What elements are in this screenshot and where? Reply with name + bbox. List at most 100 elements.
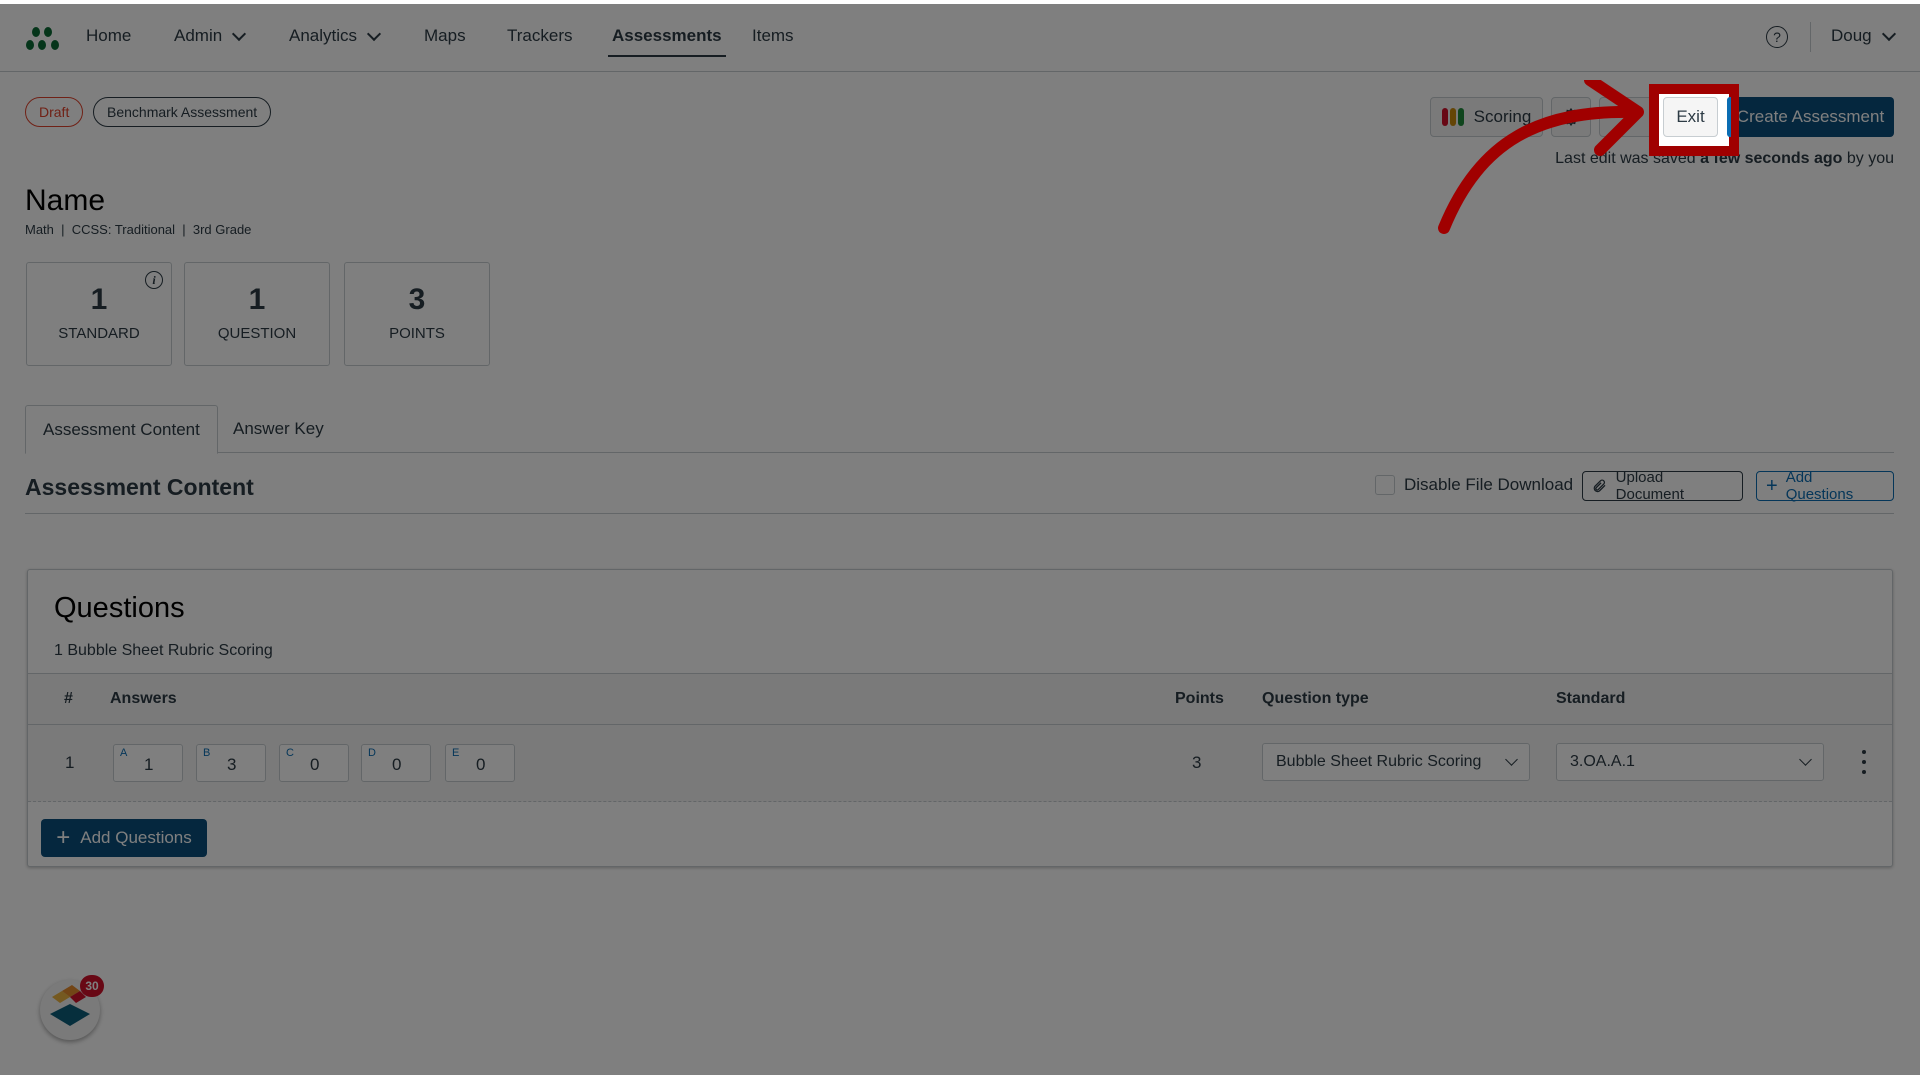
column-header-question-type: Question type [1262, 690, 1369, 707]
tab-assessment-content[interactable]: Assessment Content [25, 405, 218, 454]
answer-letter: D [368, 747, 376, 759]
question-points: 3 [1192, 753, 1202, 772]
assessment-meta: Math | CCSS: Traditional | 3rd Grade [25, 222, 252, 237]
nav-trackers-label: Trackers [507, 26, 573, 45]
column-header-standard: Standard [1556, 690, 1626, 707]
scoring-bar-yellow [1449, 108, 1456, 126]
exit-highlight-box: Exit [1649, 84, 1739, 156]
nav-maps-label: Maps [424, 26, 466, 45]
notification-count-badge: 30 [80, 975, 104, 997]
stat-label: QUESTION [217, 325, 297, 342]
gear-icon [1561, 107, 1581, 127]
questions-subtitle: 1 Bubble Sheet Rubric Scoring [54, 642, 273, 659]
assessment-title: Name [25, 184, 106, 217]
add-questions-label: Add Questions [1785, 469, 1854, 503]
stat-value: 3 [408, 283, 426, 316]
stat-card-questions: 1 QUESTION [184, 262, 330, 366]
disable-download-label[interactable]: Disable File Download [1404, 475, 1573, 495]
app-logo-icon[interactable] [24, 24, 64, 52]
stat-value: 1 [248, 283, 266, 316]
last-edit-suffix: by you [1846, 150, 1894, 167]
scoring-button[interactable]: Scoring [1430, 97, 1543, 137]
standard-value: 3.OA.A.1 [1570, 753, 1635, 770]
scoring-label: Scoring [1473, 107, 1532, 126]
scoring-icon [1441, 108, 1464, 126]
question-type-select[interactable]: Bubble Sheet Rubric Scoring [1262, 743, 1530, 781]
create-assessment-button[interactable]: Create Assessment [1727, 97, 1894, 137]
settings-button[interactable] [1551, 97, 1591, 137]
tab-answer-key[interactable]: Answer Key [216, 405, 341, 453]
answer-input-b[interactable]: B 3 [196, 744, 266, 782]
disable-download-checkbox[interactable] [1375, 475, 1395, 495]
stat-card-standards: i 1 STANDARD [26, 262, 172, 366]
content-tabs: Assessment Content Answer Key [25, 405, 1894, 454]
chevron-down-icon [232, 26, 247, 41]
plus-icon: + [1766, 475, 1778, 497]
answer-letter: C [286, 747, 294, 759]
chevron-down-icon [1799, 753, 1812, 766]
questions-table-header: # Answers Points Question type Standard [28, 673, 1892, 725]
answer-value: 0 [476, 755, 486, 774]
user-name: Doug [1831, 26, 1872, 45]
nav-assessments-label: Assessments [612, 26, 722, 45]
row-options-kebab-icon[interactable] [1860, 750, 1868, 774]
upload-document-label: Upload Document [1615, 469, 1685, 503]
answer-input-a[interactable]: A 1 [113, 744, 183, 782]
question-type-value: Bubble Sheet Rubric Scoring [1276, 753, 1482, 770]
top-nav: Home Admin Analytics Maps Trackers Asses… [0, 4, 1920, 72]
answer-value: 1 [144, 755, 154, 774]
answer-value: 3 [227, 755, 237, 774]
paperclip-icon [1593, 479, 1606, 493]
nav-home[interactable]: Home [86, 26, 131, 46]
nav-analytics-label: Analytics [289, 26, 358, 45]
answer-input-d[interactable]: D 0 [361, 744, 431, 782]
upload-document-button[interactable]: Upload Document [1582, 469, 1743, 503]
answer-letter: B [203, 747, 211, 759]
nav-admin[interactable]: Admin [174, 26, 247, 46]
help-icon[interactable]: ? [1766, 26, 1788, 48]
kebab-icon [1623, 108, 1631, 126]
question-number: 1 [65, 753, 75, 772]
column-header-number: # [64, 690, 73, 707]
info-icon[interactable]: i [145, 271, 163, 289]
stat-label: POINTS [389, 325, 445, 342]
chevron-down-icon [1881, 26, 1896, 41]
nav-admin-label: Admin [174, 26, 223, 45]
nav-assessments[interactable]: Assessments [608, 26, 726, 57]
add-questions-label: Add Questions [80, 828, 192, 847]
more-options-button[interactable] [1599, 97, 1655, 137]
nav-maps[interactable]: Maps [424, 26, 466, 46]
standard-select[interactable]: 3.OA.A.1 [1556, 743, 1824, 781]
assessment-type-badge: Benchmark Assessment [93, 97, 272, 127]
nav-analytics[interactable]: Analytics [289, 26, 382, 46]
exit-button[interactable]: Exit [1663, 97, 1718, 137]
nav-home-label: Home [86, 26, 132, 45]
plus-icon: + [56, 824, 71, 851]
questions-panel: Questions 1 Bubble Sheet Rubric Scoring … [27, 569, 1893, 867]
answer-value: 0 [392, 755, 402, 774]
section-divider [25, 513, 1894, 514]
nav-divider [1810, 22, 1811, 52]
answer-letter: A [120, 747, 128, 759]
nav-trackers[interactable]: Trackers [507, 26, 573, 46]
column-header-points: Points [1175, 690, 1224, 707]
section-title: Assessment Content [25, 474, 254, 500]
chevron-down-icon [1505, 753, 1518, 766]
add-questions-top-button[interactable]: + Add Questions [1756, 469, 1894, 503]
chevron-down-icon [366, 26, 382, 41]
answer-input-c[interactable]: C 0 [279, 744, 349, 782]
nav-items-label: Items [752, 26, 794, 45]
answer-input-e[interactable]: E 0 [445, 744, 515, 782]
stat-label: STANDARD [58, 325, 140, 342]
column-header-answers: Answers [110, 690, 177, 707]
nav-items[interactable]: Items [752, 26, 794, 46]
user-menu[interactable]: Doug [1831, 26, 1896, 46]
answer-letter: E [452, 747, 460, 759]
scoring-bar-green [1457, 108, 1464, 126]
page: Home Admin Analytics Maps Trackers Asses… [0, 4, 1920, 1075]
table-row: 1 A 1 B 3 C 0 D 0 E 0 3 Bubble Sheet Rub… [28, 725, 1892, 802]
add-questions-button[interactable]: + Add Questions [41, 819, 207, 857]
answer-value: 0 [310, 755, 320, 774]
create-assessment-button-edge [1727, 97, 1731, 137]
questions-title: Questions [54, 592, 185, 624]
